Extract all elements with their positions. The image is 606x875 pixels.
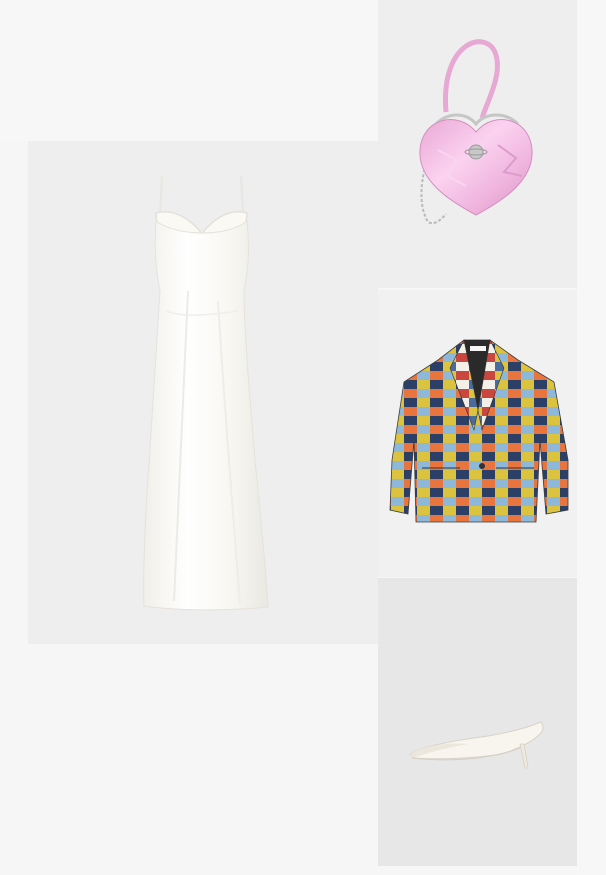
bag-tile[interactable] xyxy=(378,0,577,288)
collage-blank-area xyxy=(0,0,378,141)
jacket-tile[interactable] xyxy=(378,290,577,577)
bag-image xyxy=(378,0,577,288)
shoe-tile[interactable] xyxy=(378,578,577,866)
collage-right-margin xyxy=(577,0,606,875)
bag-orb-logo xyxy=(468,144,484,160)
jacket-image xyxy=(378,290,577,577)
jacket-button xyxy=(479,463,485,469)
dress-image xyxy=(28,141,378,644)
outfit-collage xyxy=(0,0,606,875)
dress-tile[interactable] xyxy=(28,141,378,644)
shoe-image xyxy=(378,578,577,866)
